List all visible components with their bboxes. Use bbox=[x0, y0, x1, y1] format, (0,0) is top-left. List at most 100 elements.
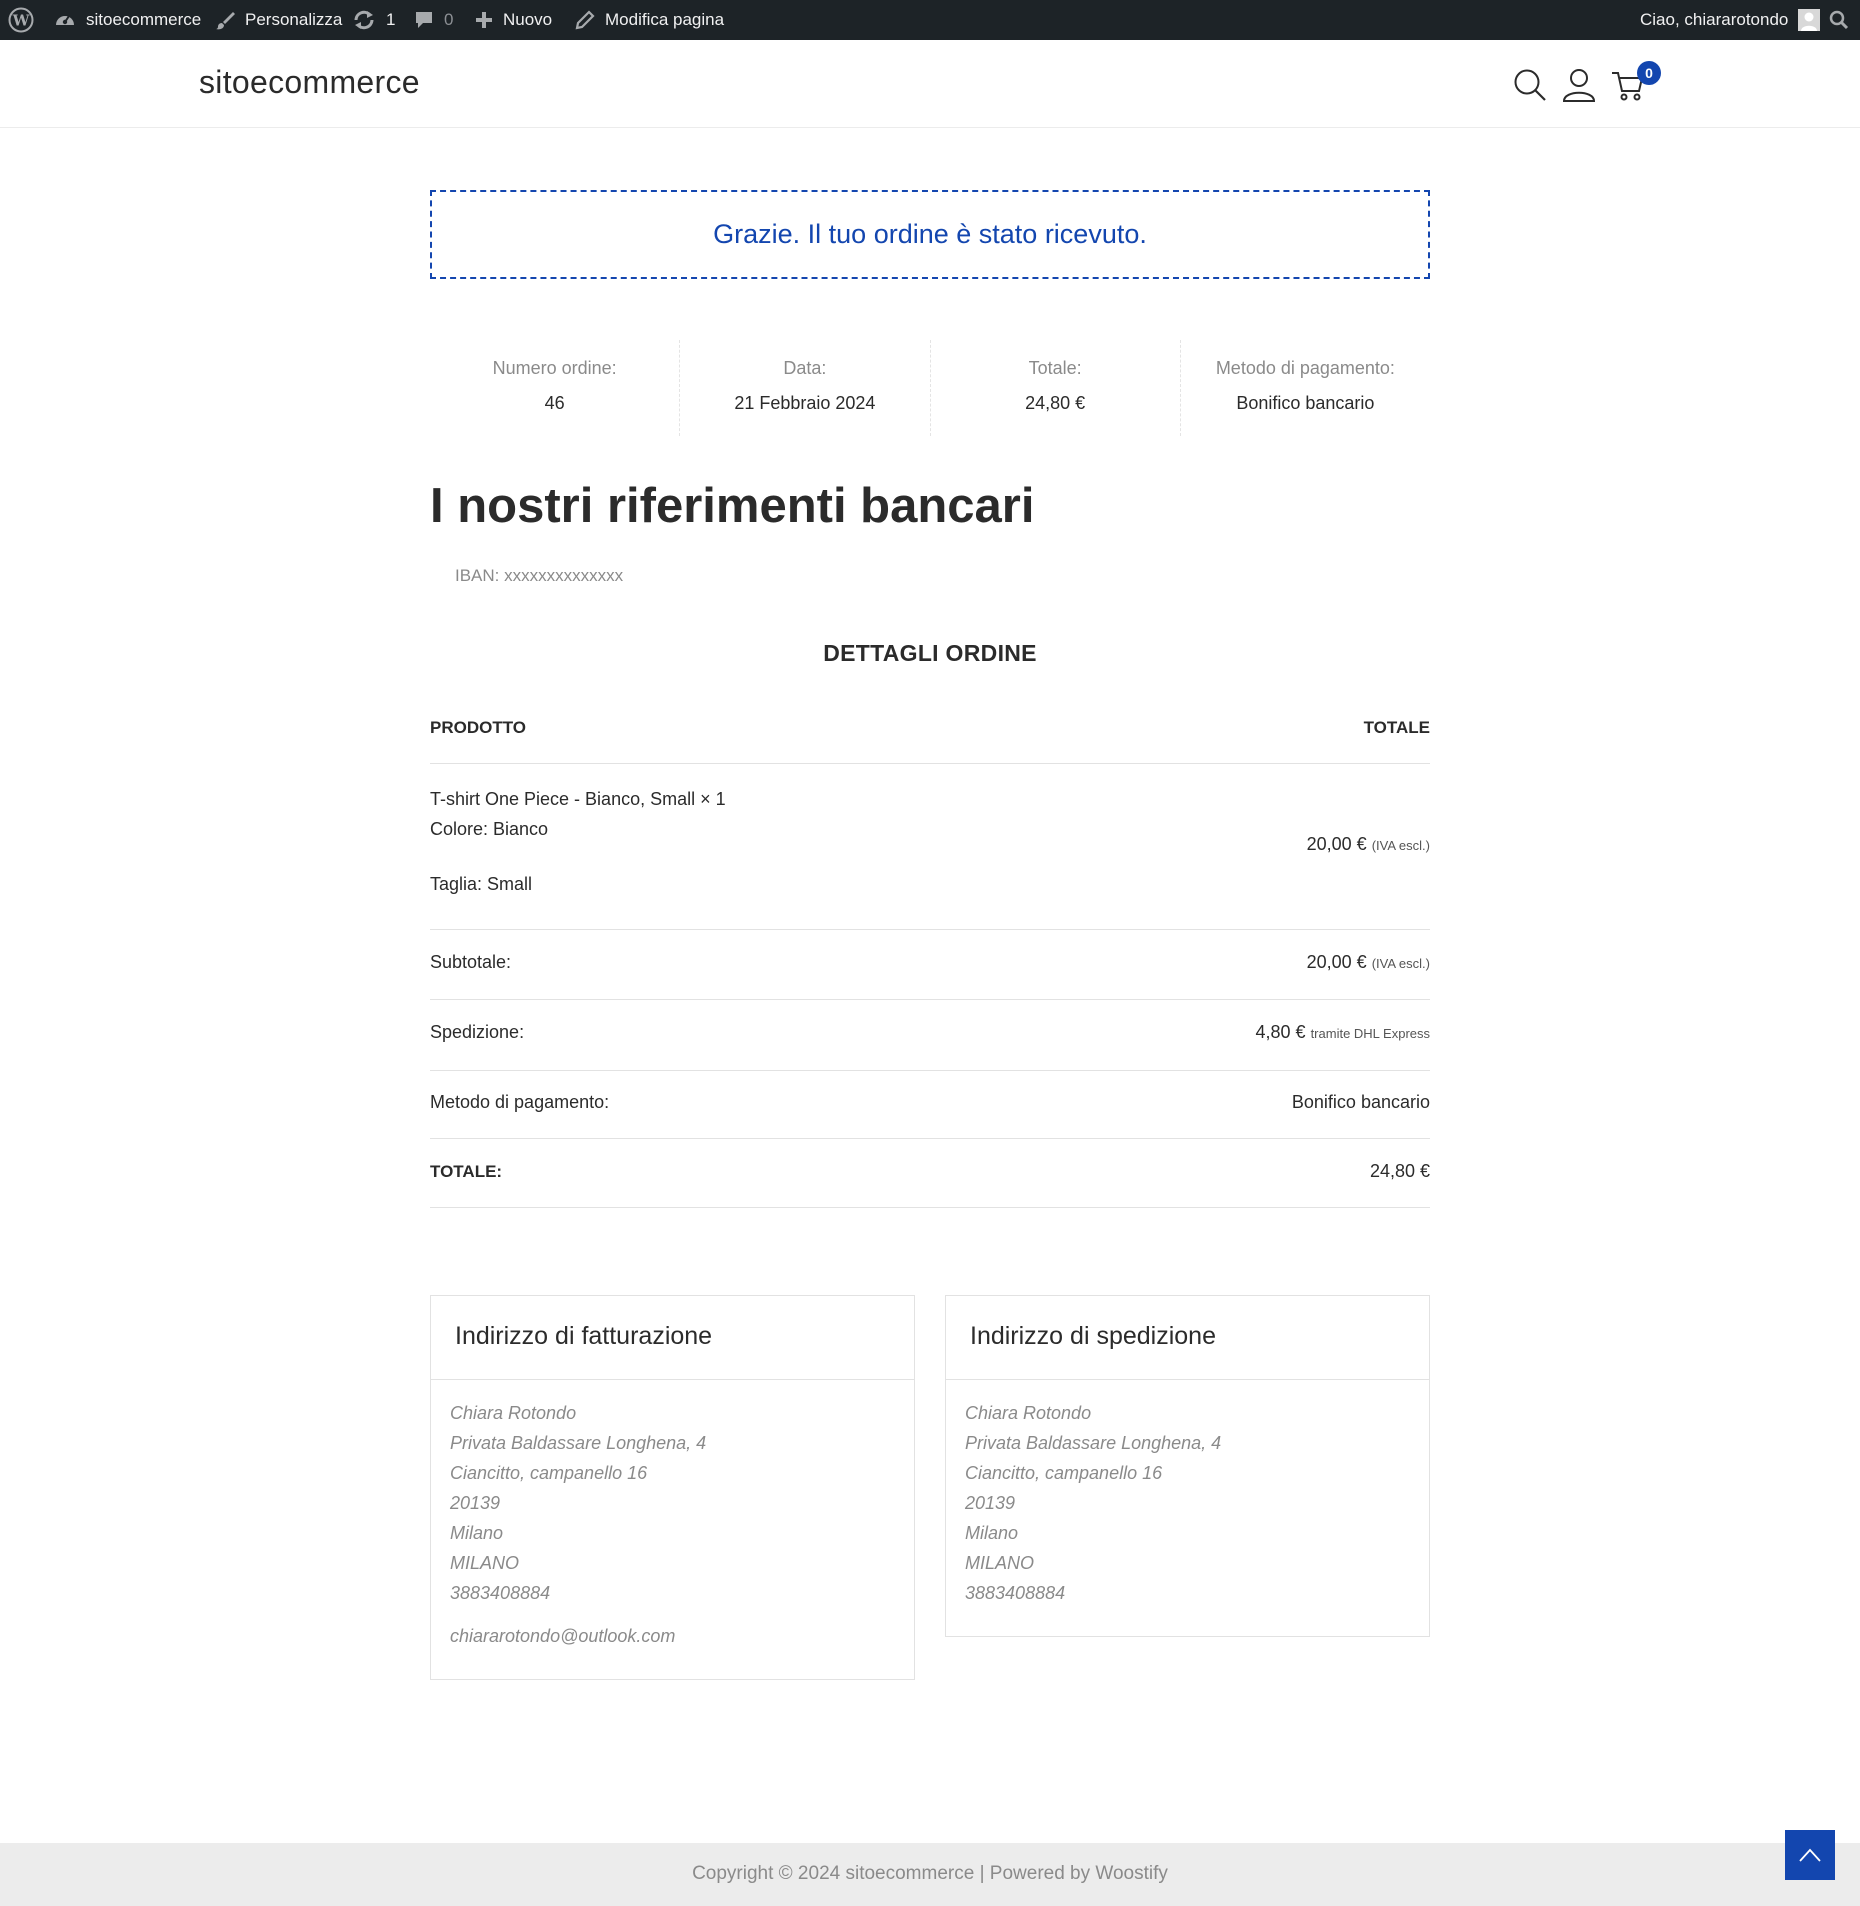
shipping-cell: 4,80 € tramite DHL Express bbox=[1256, 1022, 1431, 1043]
cart-count-badge: 0 bbox=[1637, 61, 1661, 85]
user-avatar-icon bbox=[1798, 9, 1821, 31]
billing-address-title: Indirizzo di fatturazione bbox=[431, 1296, 914, 1380]
shipping-address-body: Chiara Rotondo Privata Baldassare Longhe… bbox=[946, 1380, 1429, 1636]
overview-label: Totale: bbox=[1028, 358, 1082, 378]
admin-bar: W sitoecommerce Personalizza 1 0 Nuovo M… bbox=[0, 0, 1860, 40]
address-line: Ciancitto, campanello 16 bbox=[965, 1463, 1163, 1483]
admin-account-link[interactable]: Ciao, chiararotondo bbox=[1640, 0, 1821, 40]
overview-value: Bonifico bancario bbox=[1236, 393, 1375, 413]
address-line: Ciancitto, campanello 16 bbox=[450, 1463, 648, 1483]
billing-address-body: Chiara Rotondo Privata Baldassare Longhe… bbox=[431, 1380, 914, 1679]
overview-value: 24,80 € bbox=[1025, 393, 1086, 413]
address-line: MILANO bbox=[450, 1553, 520, 1573]
overview-label: Data: bbox=[783, 358, 827, 378]
iban-line: IBAN: xxxxxxxxxxxxxx bbox=[455, 566, 623, 586]
order-item-tax-note: (IVA escl.) bbox=[1371, 838, 1430, 853]
shipping-row: Spedizione: 4,80 € tramite DHL Express bbox=[430, 1022, 1430, 1043]
shipping-label: Spedizione: bbox=[430, 1022, 525, 1042]
site-footer: Copyright © 2024 sitoecommerce | Powered… bbox=[0, 1843, 1860, 1906]
subtotal-label: Subtotale: bbox=[430, 952, 512, 972]
admin-comments-count: 0 bbox=[444, 10, 454, 29]
shipping-address-title: Indirizzo di spedizione bbox=[946, 1296, 1429, 1380]
total-value: 24,80 € bbox=[1369, 1161, 1430, 1181]
site-header: sitoecommerce 0 bbox=[0, 40, 1860, 128]
comment-icon bbox=[416, 12, 432, 28]
footer-copyright: Copyright © 2024 sitoecommerce | Powered… bbox=[692, 1863, 1168, 1884]
address-phone: 3883408884 bbox=[450, 1583, 551, 1603]
search-icon[interactable] bbox=[1512, 67, 1548, 103]
address-line: Milano bbox=[450, 1523, 504, 1543]
subtotal-cell: 20,00 € (IVA escl.) bbox=[1307, 952, 1430, 973]
address-phone: 3883408884 bbox=[965, 1583, 1066, 1603]
address-line: Chiara Rotondo bbox=[450, 1403, 577, 1423]
divider bbox=[430, 1070, 1430, 1071]
address-line: Chiara Rotondo bbox=[965, 1403, 1092, 1423]
site-title[interactable]: sitoecommerce bbox=[199, 64, 420, 101]
address-line: MILANO bbox=[965, 1553, 1035, 1573]
order-item-size: Taglia: Small bbox=[430, 874, 533, 894]
updates-icon bbox=[354, 10, 374, 30]
order-item-qty: × 1 bbox=[700, 789, 726, 809]
total-row: TOTALE: 24,80 € bbox=[430, 1161, 1430, 1182]
overview-value: 46 bbox=[544, 393, 565, 413]
shipping-address-box: Indirizzo di spedizione Chiara Rotondo P… bbox=[945, 1295, 1430, 1637]
iban-label: IBAN: bbox=[455, 566, 500, 585]
admin-edit-page-label: Modifica pagina bbox=[605, 10, 725, 29]
admin-greeting: Ciao, chiararotondo bbox=[1640, 10, 1789, 29]
admin-search-icon[interactable] bbox=[1829, 0, 1849, 40]
admin-edit-page-link[interactable]: Modifica pagina bbox=[575, 0, 724, 40]
admin-comments-link[interactable]: 0 bbox=[414, 0, 453, 40]
payment-method-label: Metodo di pagamento: bbox=[430, 1092, 610, 1112]
wordpress-logo-icon[interactable]: W bbox=[8, 0, 34, 40]
shipping-method-note: tramite DHL Express bbox=[1310, 1026, 1430, 1041]
divider bbox=[430, 1138, 1430, 1139]
order-item-price-cell: 20,00 € (IVA escl.) bbox=[1307, 834, 1430, 855]
overview-payment-method: Metodo di pagamento: Bonifico bancario bbox=[1179, 340, 1430, 436]
admin-new-link[interactable]: Nuovo bbox=[475, 0, 552, 40]
admin-site-name: sitoecommerce bbox=[86, 10, 202, 29]
order-received-notice: Grazie. Il tuo ordine è stato ricevuto. bbox=[430, 190, 1430, 279]
address-email: chiararotondo@outlook.com bbox=[450, 1626, 676, 1646]
overview-label: Metodo di pagamento: bbox=[1215, 358, 1395, 378]
chevron-up-icon bbox=[1799, 1848, 1821, 1862]
divider bbox=[430, 1207, 1430, 1208]
payment-method-value: Bonifico bancario bbox=[1291, 1092, 1430, 1112]
divider bbox=[430, 999, 1430, 1000]
address-line: 20139 bbox=[965, 1493, 1016, 1513]
billing-address-box: Indirizzo di fatturazione Chiara Rotondo… bbox=[430, 1295, 915, 1680]
order-item-name[interactable]: T-shirt One Piece - Bianco, Small bbox=[430, 789, 695, 809]
overview-value: 21 Febbraio 2024 bbox=[734, 393, 876, 413]
admin-site-link[interactable]: sitoecommerce bbox=[54, 0, 201, 40]
order-table-header: PRODOTTO TOTALE bbox=[430, 718, 1430, 738]
pencil-icon bbox=[575, 10, 595, 30]
order-details-title: DETTAGLI ORDINE bbox=[823, 640, 1037, 666]
admin-updates-link[interactable]: 1 bbox=[352, 0, 395, 40]
overview-order-number: Numero ordine: 46 bbox=[430, 340, 679, 436]
overview-date: Data: 21 Febbraio 2024 bbox=[679, 340, 929, 436]
overview-label: Numero ordine: bbox=[492, 358, 617, 378]
overview-total: Totale: 24,80 € bbox=[929, 340, 1180, 436]
order-item-info: T-shirt One Piece - Bianco, Small × 1 Co… bbox=[430, 784, 726, 899]
order-overview: Numero ordine: 46 Data: 21 Febbraio 2024… bbox=[430, 340, 1430, 436]
divider bbox=[430, 929, 1430, 930]
order-item-row: T-shirt One Piece - Bianco, Small × 1 Co… bbox=[430, 784, 1430, 899]
column-header-product: PRODOTTO bbox=[430, 718, 527, 737]
scroll-to-top-button[interactable] bbox=[1785, 1830, 1835, 1880]
admin-customize-label: Personalizza bbox=[245, 10, 343, 29]
address-line: Milano bbox=[965, 1523, 1019, 1543]
admin-customize-link[interactable]: Personalizza bbox=[215, 0, 342, 40]
shipping-value: 4,80 € bbox=[1255, 1022, 1306, 1042]
subtotal-value: 20,00 € bbox=[1306, 952, 1367, 972]
admin-new-label: Nuovo bbox=[503, 10, 553, 29]
column-header-total: TOTALE bbox=[1363, 718, 1430, 737]
iban-value: xxxxxxxxxxxxxx bbox=[504, 566, 624, 585]
plus-icon bbox=[476, 12, 492, 28]
user-account-icon[interactable] bbox=[1561, 67, 1597, 103]
admin-updates-count: 1 bbox=[386, 10, 396, 29]
divider bbox=[430, 763, 1430, 764]
order-item-color: Colore: Bianco bbox=[430, 819, 549, 839]
svg-text:W: W bbox=[12, 12, 31, 30]
order-item-price: 20,00 € bbox=[1306, 834, 1367, 854]
address-line: Privata Baldassare Longhena, 4 bbox=[450, 1433, 707, 1453]
dashboard-icon bbox=[56, 15, 74, 25]
